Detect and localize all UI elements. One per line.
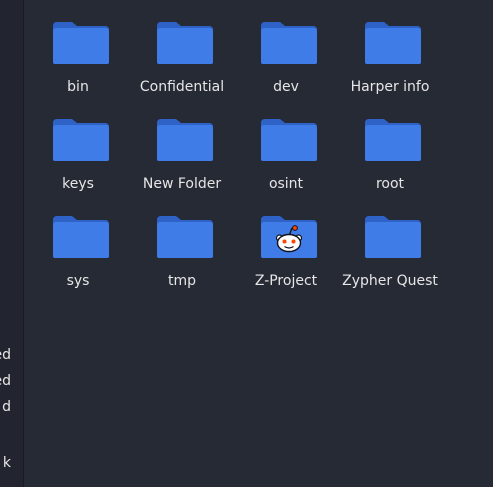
file-name: keys: [62, 176, 94, 192]
sidebar-item-partial-3[interactable]: d: [2, 399, 11, 415]
folder-item-keys[interactable]: keys: [26, 101, 130, 192]
folder-item-confidential[interactable]: Confidential: [130, 4, 234, 95]
file-name: sys: [66, 273, 90, 289]
folder-item-tmp[interactable]: tmp: [130, 198, 234, 289]
file-name: Zypher Quest: [342, 273, 438, 289]
folder-icon: [53, 216, 109, 258]
folder-icon: [157, 22, 213, 64]
folder-icon: [261, 22, 317, 64]
folder-icon: [365, 22, 421, 64]
file-name: root: [375, 176, 405, 192]
file-name: bin: [67, 79, 89, 95]
folder-item-osint[interactable]: osint: [234, 101, 338, 192]
file-name: Z-Project: [254, 273, 318, 289]
folder-item-z-project[interactable]: Z-Project: [234, 198, 338, 289]
folder-icon: [261, 119, 317, 161]
sidebar-item-partial-2[interactable]: ed: [0, 373, 11, 389]
folder-item-sys[interactable]: sys: [26, 198, 130, 289]
folder-icon: [157, 216, 213, 258]
file-name: dev: [273, 79, 299, 95]
file-name: Harper info: [350, 79, 430, 95]
folder-item-bin[interactable]: bin: [26, 4, 130, 95]
folder-icon: [365, 119, 421, 161]
folder-item-zypher-quest[interactable]: Zypher Quest: [338, 198, 442, 289]
folder-icon: [53, 119, 109, 161]
folder-icon: [53, 22, 109, 64]
file-grid: bin Confidential dev Harper info keys Ne…: [24, 0, 493, 487]
file-name: Confidential: [139, 79, 225, 95]
sidebar: ed ed d k: [0, 0, 24, 487]
folder-item-root[interactable]: root: [338, 101, 442, 192]
folder-icon: [365, 216, 421, 258]
folder-item-dev[interactable]: dev: [234, 4, 338, 95]
folder-item-new-folder[interactable]: New Folder: [130, 101, 234, 192]
file-name: tmp: [167, 273, 196, 289]
file-name: osint: [268, 176, 304, 192]
folder-item-harper-info[interactable]: Harper info: [338, 4, 442, 95]
reddit-folder-icon: [261, 216, 317, 258]
file-manager-window: ed ed d k bin Confidential dev: [0, 0, 493, 487]
sidebar-item-partial-1[interactable]: ed: [0, 347, 11, 363]
sidebar-item-partial-4[interactable]: k: [3, 455, 11, 471]
folder-icon: [157, 119, 213, 161]
file-name: New Folder: [142, 176, 222, 192]
